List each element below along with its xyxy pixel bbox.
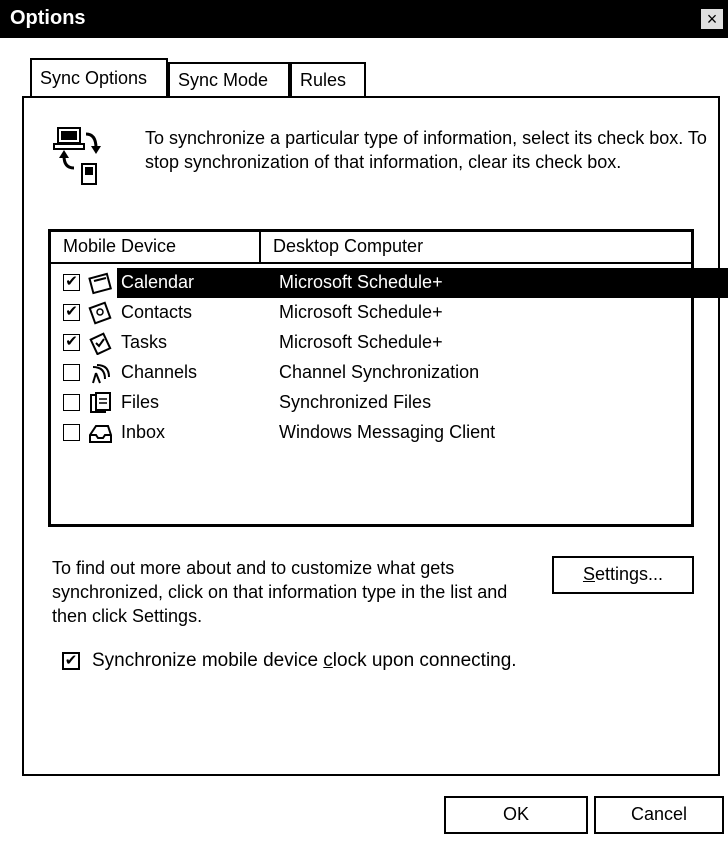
title-bar[interactable]: Options × <box>0 0 728 38</box>
window-title: Options <box>10 7 86 29</box>
tab-rules[interactable]: Rules <box>290 62 366 96</box>
checkbox-calendar[interactable]: ✔ <box>63 274 80 291</box>
column-header-desktop-computer[interactable]: Desktop Computer <box>261 232 691 264</box>
clock-sync-label[interactable]: Synchronize mobile device clock upon con… <box>92 650 517 672</box>
item-desktop-app: Channel Synchronization <box>279 362 480 382</box>
list-item-channels[interactable]: Channels Channel Synchronization <box>51 358 691 388</box>
checkbox-contacts[interactable]: ✔ <box>63 304 80 321</box>
checkbox-tasks[interactable]: ✔ <box>63 334 80 351</box>
list-item-tasks[interactable]: ✔ Tasks Microsoft Schedule+ <box>51 328 691 358</box>
item-desktop-app: Microsoft Schedule+ <box>279 272 443 292</box>
checkbox-inbox[interactable] <box>63 424 80 441</box>
item-label: Channels <box>121 362 198 382</box>
item-label: Calendar <box>121 272 195 292</box>
ok-button[interactable]: OK <box>444 796 588 834</box>
item-label: Files <box>121 392 160 412</box>
cancel-button[interactable]: Cancel <box>594 796 724 834</box>
checkbox-channels[interactable] <box>63 364 80 381</box>
clock-sync-checkbox[interactable]: ✔ <box>62 652 80 670</box>
channels-icon <box>92 364 110 384</box>
tasks-icon <box>89 332 112 355</box>
sync-computer-device-icon <box>53 127 101 185</box>
contacts-icon <box>88 301 112 325</box>
column-header-mobile-device[interactable]: Mobile Device <box>51 232 261 264</box>
item-desktop-app: Microsoft Schedule+ <box>279 332 443 352</box>
list-item-calendar[interactable]: ✔ Calendar Microsoft Schedule+ <box>51 268 728 298</box>
checkbox-files[interactable] <box>63 394 80 411</box>
clock-accelerator: c <box>323 650 333 671</box>
item-label: Tasks <box>121 332 168 352</box>
item-desktop-app: Windows Messaging Client <box>279 422 496 442</box>
sync-type-list[interactable]: Mobile Device Desktop Computer ✔ Calenda… <box>48 229 728 527</box>
settings-accelerator: S <box>582 564 595 584</box>
files-icon <box>90 392 111 413</box>
tab-sync-options[interactable]: Sync Options <box>30 58 168 96</box>
intro-text: To synchronize a particular type of info… <box>145 128 707 172</box>
list-item-contacts[interactable]: ✔ Contacts Microsoft Schedule+ <box>51 298 691 328</box>
inbox-icon <box>89 425 112 443</box>
options-dialog: Options × Sync Options Sync Mode Rules T… <box>0 0 728 844</box>
list-item-inbox[interactable]: Inbox Windows Messaging Client <box>51 418 691 448</box>
item-label: Contacts <box>121 302 193 322</box>
settings-help-text: To find out more about and to customize … <box>52 558 508 626</box>
item-label: Inbox <box>121 422 166 442</box>
settings-button[interactable]: Settings... <box>552 556 694 594</box>
list-item-files[interactable]: Files Synchronized Files <box>51 388 691 418</box>
close-button[interactable]: × <box>700 8 724 30</box>
item-desktop-app: Synchronized Files <box>279 392 432 412</box>
item-desktop-app: Microsoft Schedule+ <box>279 302 443 322</box>
tab-sync-mode[interactable]: Sync Mode <box>168 62 290 96</box>
calendar-icon <box>88 272 112 295</box>
